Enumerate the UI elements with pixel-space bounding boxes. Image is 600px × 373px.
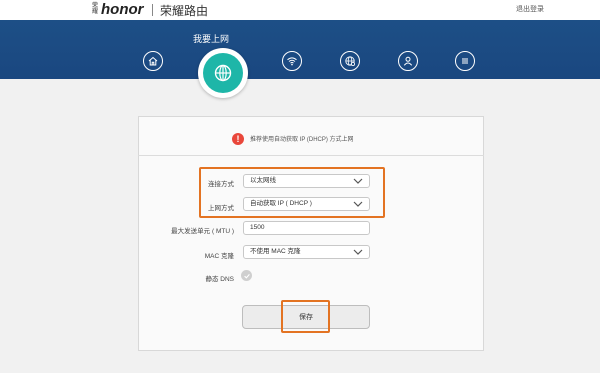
nav-more[interactable] [455,51,475,71]
wifi-icon [287,57,297,66]
nav-network-settings[interactable] [340,51,360,71]
nav-wifi[interactable] [282,51,302,71]
mac-clone-value: 不使用 MAC 克隆 [250,248,301,255]
globe-icon [214,64,232,82]
mac-clone-label: MAC 克隆 [204,253,234,260]
panel-divider [138,155,484,156]
nav-internet[interactable] [203,53,243,93]
menu-icon [462,58,468,64]
product-name: 荣耀路由 [160,4,209,18]
nav-devices[interactable] [398,51,418,71]
mtu-label: 最大发送单元 ( MTU ) [171,228,234,235]
brand-logo: honor [101,1,144,18]
user-icon [403,56,413,66]
static-dns-label: 静态 DNS [205,276,234,283]
dhcp-hint: 推荐使用自动获取 IP (DHCP) 方式上网 [250,137,354,143]
highlight-box-connection [199,167,385,218]
chevron-down-icon [353,249,363,255]
brand-divider [152,4,153,16]
home-icon [148,56,158,66]
info-icon: ! [232,133,244,145]
nav-active-title: 我要上网 [193,34,230,44]
top-bar: 荣耀 honor 荣耀路由 退出登录 [0,0,600,20]
brand-small-text: 荣耀 [92,3,99,15]
globe-gear-icon [345,56,356,67]
nav-band [0,20,600,79]
highlight-box-save [281,300,330,333]
static-dns-toggle[interactable] [241,270,252,281]
check-icon [243,273,250,279]
nav-home[interactable] [143,51,163,71]
mac-clone-select[interactable]: 不使用 MAC 克隆 [243,245,370,259]
logout-link[interactable]: 退出登录 [516,4,544,14]
mtu-input[interactable]: 1500 [243,221,370,235]
